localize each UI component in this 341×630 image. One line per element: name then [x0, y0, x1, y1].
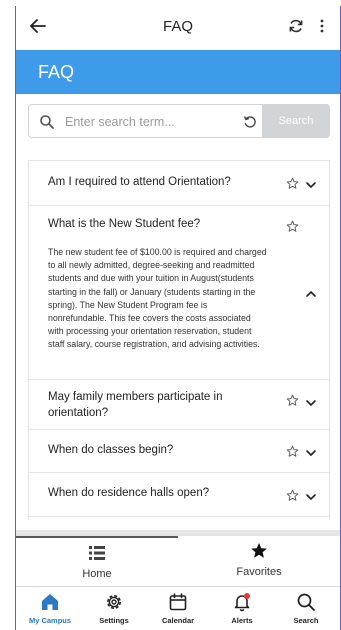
star-outline-icon[interactable] [286, 220, 299, 233]
search-bar: Search [28, 104, 330, 138]
tab-favorites[interactable]: Favorites [178, 536, 340, 588]
faq-list: Am I required to attend Orientation? Wha… [28, 160, 330, 520]
star-outline-icon[interactable] [286, 489, 299, 502]
tab-home-label: Home [82, 568, 112, 580]
faq-question: When do classes begin? [48, 444, 174, 456]
faq-item[interactable]: Am I required to attend Orientation? [29, 161, 329, 206]
star-outline-icon[interactable] [286, 445, 299, 458]
reset-search-icon[interactable] [243, 115, 257, 129]
nav-settings-label: Settings [99, 616, 129, 625]
faq-answer: The new student fee of $100.00 is requir… [48, 247, 267, 350]
search-icon [297, 593, 315, 611]
faq-question: When do residence halls open? [48, 487, 210, 499]
bottom-tabs: Home Favorites [16, 530, 340, 588]
faq-question: May family members participate in orient… [48, 391, 223, 419]
faq-item[interactable]: When do classes begin? [29, 430, 329, 473]
nav-alerts-label: Alerts [231, 616, 253, 625]
search-input[interactable] [65, 111, 235, 133]
nav-my-campus-label: My Campus [28, 616, 72, 625]
chevron-up-icon[interactable] [305, 288, 317, 300]
bottom-nav: My Campus Settings Calendar Alerts Searc… [16, 588, 340, 630]
page-title: FAQ [38, 62, 75, 82]
faq-item[interactable]: May family members participate in orient… [29, 380, 329, 430]
nav-my-campus[interactable]: My Campus [20, 592, 80, 625]
search-icon [40, 115, 54, 129]
app-frame: FAQ FAQ Search Am I req [15, 6, 341, 630]
tab-home[interactable]: Home [16, 536, 178, 588]
faq-question: Am I required to attend Orientation? [48, 176, 231, 188]
faq-item[interactable]: When do residence halls open? [29, 473, 329, 517]
nav-divider [16, 586, 340, 587]
nav-calendar-label: Calendar [161, 616, 195, 625]
chevron-down-icon[interactable] [305, 447, 317, 459]
bell-icon [234, 593, 250, 612]
chevron-down-icon[interactable] [305, 491, 317, 503]
faq-item-expanded[interactable]: What is the New Student fee? The new stu… [29, 206, 329, 380]
chevron-down-icon[interactable] [305, 179, 317, 191]
star-outline-icon[interactable] [286, 394, 299, 407]
refresh-icon[interactable] [288, 18, 304, 34]
home-icon [42, 594, 58, 610]
star-filled-icon [251, 543, 267, 558]
calendar-icon [169, 593, 187, 611]
star-outline-icon[interactable] [286, 177, 299, 190]
gear-icon [107, 595, 121, 609]
page-header: FAQ [16, 50, 340, 94]
list-icon [89, 546, 105, 560]
nav-settings[interactable]: Settings [84, 592, 144, 625]
nav-search[interactable]: Search [276, 592, 336, 625]
nav-search-label: Search [293, 616, 319, 625]
chevron-down-icon[interactable] [305, 397, 317, 409]
more-options-icon[interactable] [314, 18, 330, 34]
nav-calendar[interactable]: Calendar [148, 592, 208, 625]
app-bar: FAQ [16, 6, 340, 46]
tab-favorites-label: Favorites [236, 566, 282, 578]
faq-question: What is the New Student fee? [48, 218, 201, 230]
search-button[interactable]: Search [262, 104, 330, 138]
nav-alerts[interactable]: Alerts [212, 592, 272, 625]
